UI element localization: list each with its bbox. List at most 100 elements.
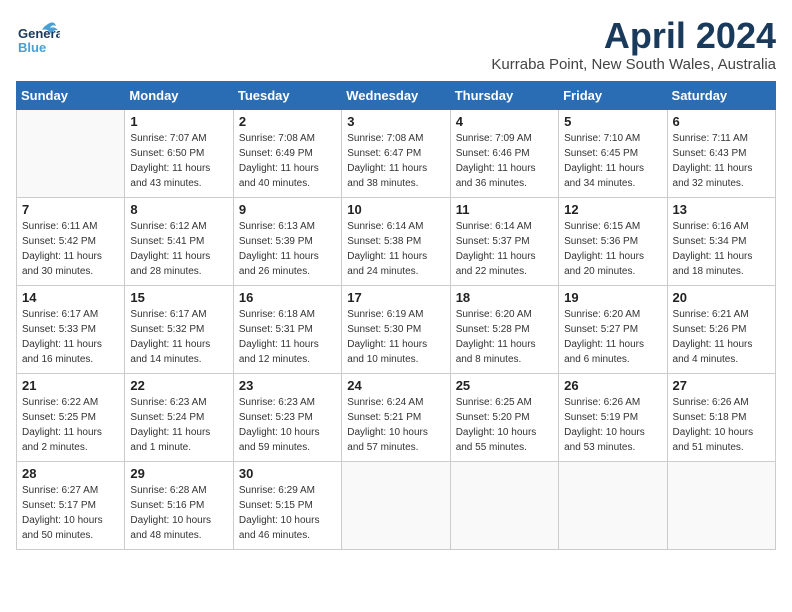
calendar-cell: 4 Sunrise: 7:09 AM Sunset: 6:46 PM Daylig… — [450, 109, 558, 197]
day-info: Sunrise: 6:22 AM Sunset: 5:25 PM Dayligh… — [22, 395, 119, 455]
day-number: 24 — [347, 378, 444, 393]
weekday-header-row: SundayMondayTuesdayWednesdayThursdayFrid… — [17, 81, 776, 109]
day-number: 23 — [239, 378, 336, 393]
day-info: Sunrise: 6:25 AM Sunset: 5:20 PM Dayligh… — [456, 395, 553, 455]
day-number: 3 — [347, 114, 444, 129]
day-info: Sunrise: 6:27 AM Sunset: 5:17 PM Dayligh… — [22, 483, 119, 543]
day-info: Sunrise: 6:28 AM Sunset: 5:16 PM Dayligh… — [130, 483, 227, 543]
day-info: Sunrise: 7:08 AM Sunset: 6:49 PM Dayligh… — [239, 131, 336, 191]
day-info: Sunrise: 6:11 AM Sunset: 5:42 PM Dayligh… — [22, 219, 119, 279]
day-number: 19 — [564, 290, 661, 305]
calendar-cell: 21 Sunrise: 6:22 AM Sunset: 5:25 PM Dayli… — [17, 373, 125, 461]
day-number: 6 — [673, 114, 770, 129]
day-number: 5 — [564, 114, 661, 129]
day-info: Sunrise: 6:24 AM Sunset: 5:21 PM Dayligh… — [347, 395, 444, 455]
calendar-cell: 23 Sunrise: 6:23 AM Sunset: 5:23 PM Dayli… — [233, 373, 341, 461]
day-number: 26 — [564, 378, 661, 393]
calendar-cell — [667, 461, 775, 549]
week-row-5: 28 Sunrise: 6:27 AM Sunset: 5:17 PM Dayli… — [17, 461, 776, 549]
day-number: 11 — [456, 202, 553, 217]
day-number: 9 — [239, 202, 336, 217]
day-info: Sunrise: 7:10 AM Sunset: 6:45 PM Dayligh… — [564, 131, 661, 191]
day-info: Sunrise: 6:23 AM Sunset: 5:23 PM Dayligh… — [239, 395, 336, 455]
calendar-cell: 3 Sunrise: 7:08 AM Sunset: 6:47 PM Daylig… — [342, 109, 450, 197]
day-info: Sunrise: 6:14 AM Sunset: 5:38 PM Dayligh… — [347, 219, 444, 279]
day-number: 25 — [456, 378, 553, 393]
logo-icon: General Blue — [16, 16, 60, 60]
day-number: 20 — [673, 290, 770, 305]
calendar-cell: 26 Sunrise: 6:26 AM Sunset: 5:19 PM Dayli… — [559, 373, 667, 461]
day-number: 27 — [673, 378, 770, 393]
calendar-cell: 16 Sunrise: 6:18 AM Sunset: 5:31 PM Dayli… — [233, 285, 341, 373]
day-info: Sunrise: 6:17 AM Sunset: 5:33 PM Dayligh… — [22, 307, 119, 367]
weekday-header-thursday: Thursday — [450, 81, 558, 109]
calendar-cell: 14 Sunrise: 6:17 AM Sunset: 5:33 PM Dayli… — [17, 285, 125, 373]
day-info: Sunrise: 6:18 AM Sunset: 5:31 PM Dayligh… — [239, 307, 336, 367]
day-info: Sunrise: 6:19 AM Sunset: 5:30 PM Dayligh… — [347, 307, 444, 367]
day-info: Sunrise: 6:12 AM Sunset: 5:41 PM Dayligh… — [130, 219, 227, 279]
day-number: 16 — [239, 290, 336, 305]
calendar-cell: 24 Sunrise: 6:24 AM Sunset: 5:21 PM Dayli… — [342, 373, 450, 461]
calendar-cell: 28 Sunrise: 6:27 AM Sunset: 5:17 PM Dayli… — [17, 461, 125, 549]
calendar-cell: 15Sunrise: 6:17 AM Sunset: 5:32 PM Dayli… — [125, 285, 233, 373]
day-number: 13 — [673, 202, 770, 217]
day-info: Sunrise: 6:26 AM Sunset: 5:18 PM Dayligh… — [673, 395, 770, 455]
day-info: Sunrise: 7:08 AM Sunset: 6:47 PM Dayligh… — [347, 131, 444, 191]
day-info: Sunrise: 6:29 AM Sunset: 5:15 PM Dayligh… — [239, 483, 336, 543]
calendar-cell: 8 Sunrise: 6:12 AM Sunset: 5:41 PM Daylig… — [125, 197, 233, 285]
calendar-cell — [17, 109, 125, 197]
day-number: 7 — [22, 202, 119, 217]
day-info: Sunrise: 6:23 AM Sunset: 5:24 PM Dayligh… — [130, 395, 227, 455]
calendar-cell: 22 Sunrise: 6:23 AM Sunset: 5:24 PM Dayli… — [125, 373, 233, 461]
day-number: 8 — [130, 202, 227, 217]
calendar-cell: 1Sunrise: 7:07 AM Sunset: 6:50 PM Daylig… — [125, 109, 233, 197]
weekday-header-monday: Monday — [125, 81, 233, 109]
day-info: Sunrise: 6:13 AM Sunset: 5:39 PM Dayligh… — [239, 219, 336, 279]
calendar-cell: 18 Sunrise: 6:20 AM Sunset: 5:28 PM Dayli… — [450, 285, 558, 373]
month-title: April 2024 — [491, 16, 776, 56]
day-number: 12 — [564, 202, 661, 217]
day-info: Sunrise: 6:20 AM Sunset: 5:28 PM Dayligh… — [456, 307, 553, 367]
calendar-cell — [450, 461, 558, 549]
day-number: 18 — [456, 290, 553, 305]
location: Kurraba Point, New South Wales, Australi… — [491, 56, 776, 73]
day-info: Sunrise: 6:15 AM Sunset: 5:36 PM Dayligh… — [564, 219, 661, 279]
day-info: Sunrise: 6:14 AM Sunset: 5:37 PM Dayligh… — [456, 219, 553, 279]
day-info: Sunrise: 6:20 AM Sunset: 5:27 PM Dayligh… — [564, 307, 661, 367]
day-number: 4 — [456, 114, 553, 129]
calendar-cell: 7 Sunrise: 6:11 AM Sunset: 5:42 PM Daylig… — [17, 197, 125, 285]
calendar-cell — [342, 461, 450, 549]
day-number: 21 — [22, 378, 119, 393]
calendar-cell: 11 Sunrise: 6:14 AM Sunset: 5:37 PM Dayli… — [450, 197, 558, 285]
weekday-header-friday: Friday — [559, 81, 667, 109]
weekday-header-tuesday: Tuesday — [233, 81, 341, 109]
day-number: 22 — [130, 378, 227, 393]
calendar-cell — [559, 461, 667, 549]
calendar-cell: 6 Sunrise: 7:11 AM Sunset: 6:43 PM Daylig… — [667, 109, 775, 197]
calendar-cell: 17 Sunrise: 6:19 AM Sunset: 5:30 PM Dayli… — [342, 285, 450, 373]
day-number: 1 — [130, 114, 227, 129]
calendar-cell: 5 Sunrise: 7:10 AM Sunset: 6:45 PM Daylig… — [559, 109, 667, 197]
day-info: Sunrise: 6:26 AM Sunset: 5:19 PM Dayligh… — [564, 395, 661, 455]
calendar-cell: 2 Sunrise: 7:08 AM Sunset: 6:49 PM Daylig… — [233, 109, 341, 197]
day-number: 14 — [22, 290, 119, 305]
day-info: Sunrise: 6:21 AM Sunset: 5:26 PM Dayligh… — [673, 307, 770, 367]
day-number: 10 — [347, 202, 444, 217]
week-row-2: 7 Sunrise: 6:11 AM Sunset: 5:42 PM Daylig… — [17, 197, 776, 285]
page-header: General Blue April 2024 Kurraba Point, N… — [16, 16, 776, 73]
day-number: 28 — [22, 466, 119, 481]
calendar-cell: 25 Sunrise: 6:25 AM Sunset: 5:20 PM Dayli… — [450, 373, 558, 461]
calendar-cell: 9 Sunrise: 6:13 AM Sunset: 5:39 PM Daylig… — [233, 197, 341, 285]
title-area: April 2024 Kurraba Point, New South Wale… — [491, 16, 776, 73]
day-number: 2 — [239, 114, 336, 129]
day-info: Sunrise: 6:16 AM Sunset: 5:34 PM Dayligh… — [673, 219, 770, 279]
calendar-cell: 12 Sunrise: 6:15 AM Sunset: 5:36 PM Dayli… — [559, 197, 667, 285]
day-number: 17 — [347, 290, 444, 305]
calendar-cell: 27 Sunrise: 6:26 AM Sunset: 5:18 PM Dayli… — [667, 373, 775, 461]
calendar-cell: 30Sunrise: 6:29 AM Sunset: 5:15 PM Dayli… — [233, 461, 341, 549]
day-info: Sunrise: 7:09 AM Sunset: 6:46 PM Dayligh… — [456, 131, 553, 191]
day-info: Sunrise: 7:11 AM Sunset: 6:43 PM Dayligh… — [673, 131, 770, 191]
calendar-cell: 20 Sunrise: 6:21 AM Sunset: 5:26 PM Dayli… — [667, 285, 775, 373]
calendar-cell: 19 Sunrise: 6:20 AM Sunset: 5:27 PM Dayli… — [559, 285, 667, 373]
logo: General Blue — [16, 16, 60, 60]
